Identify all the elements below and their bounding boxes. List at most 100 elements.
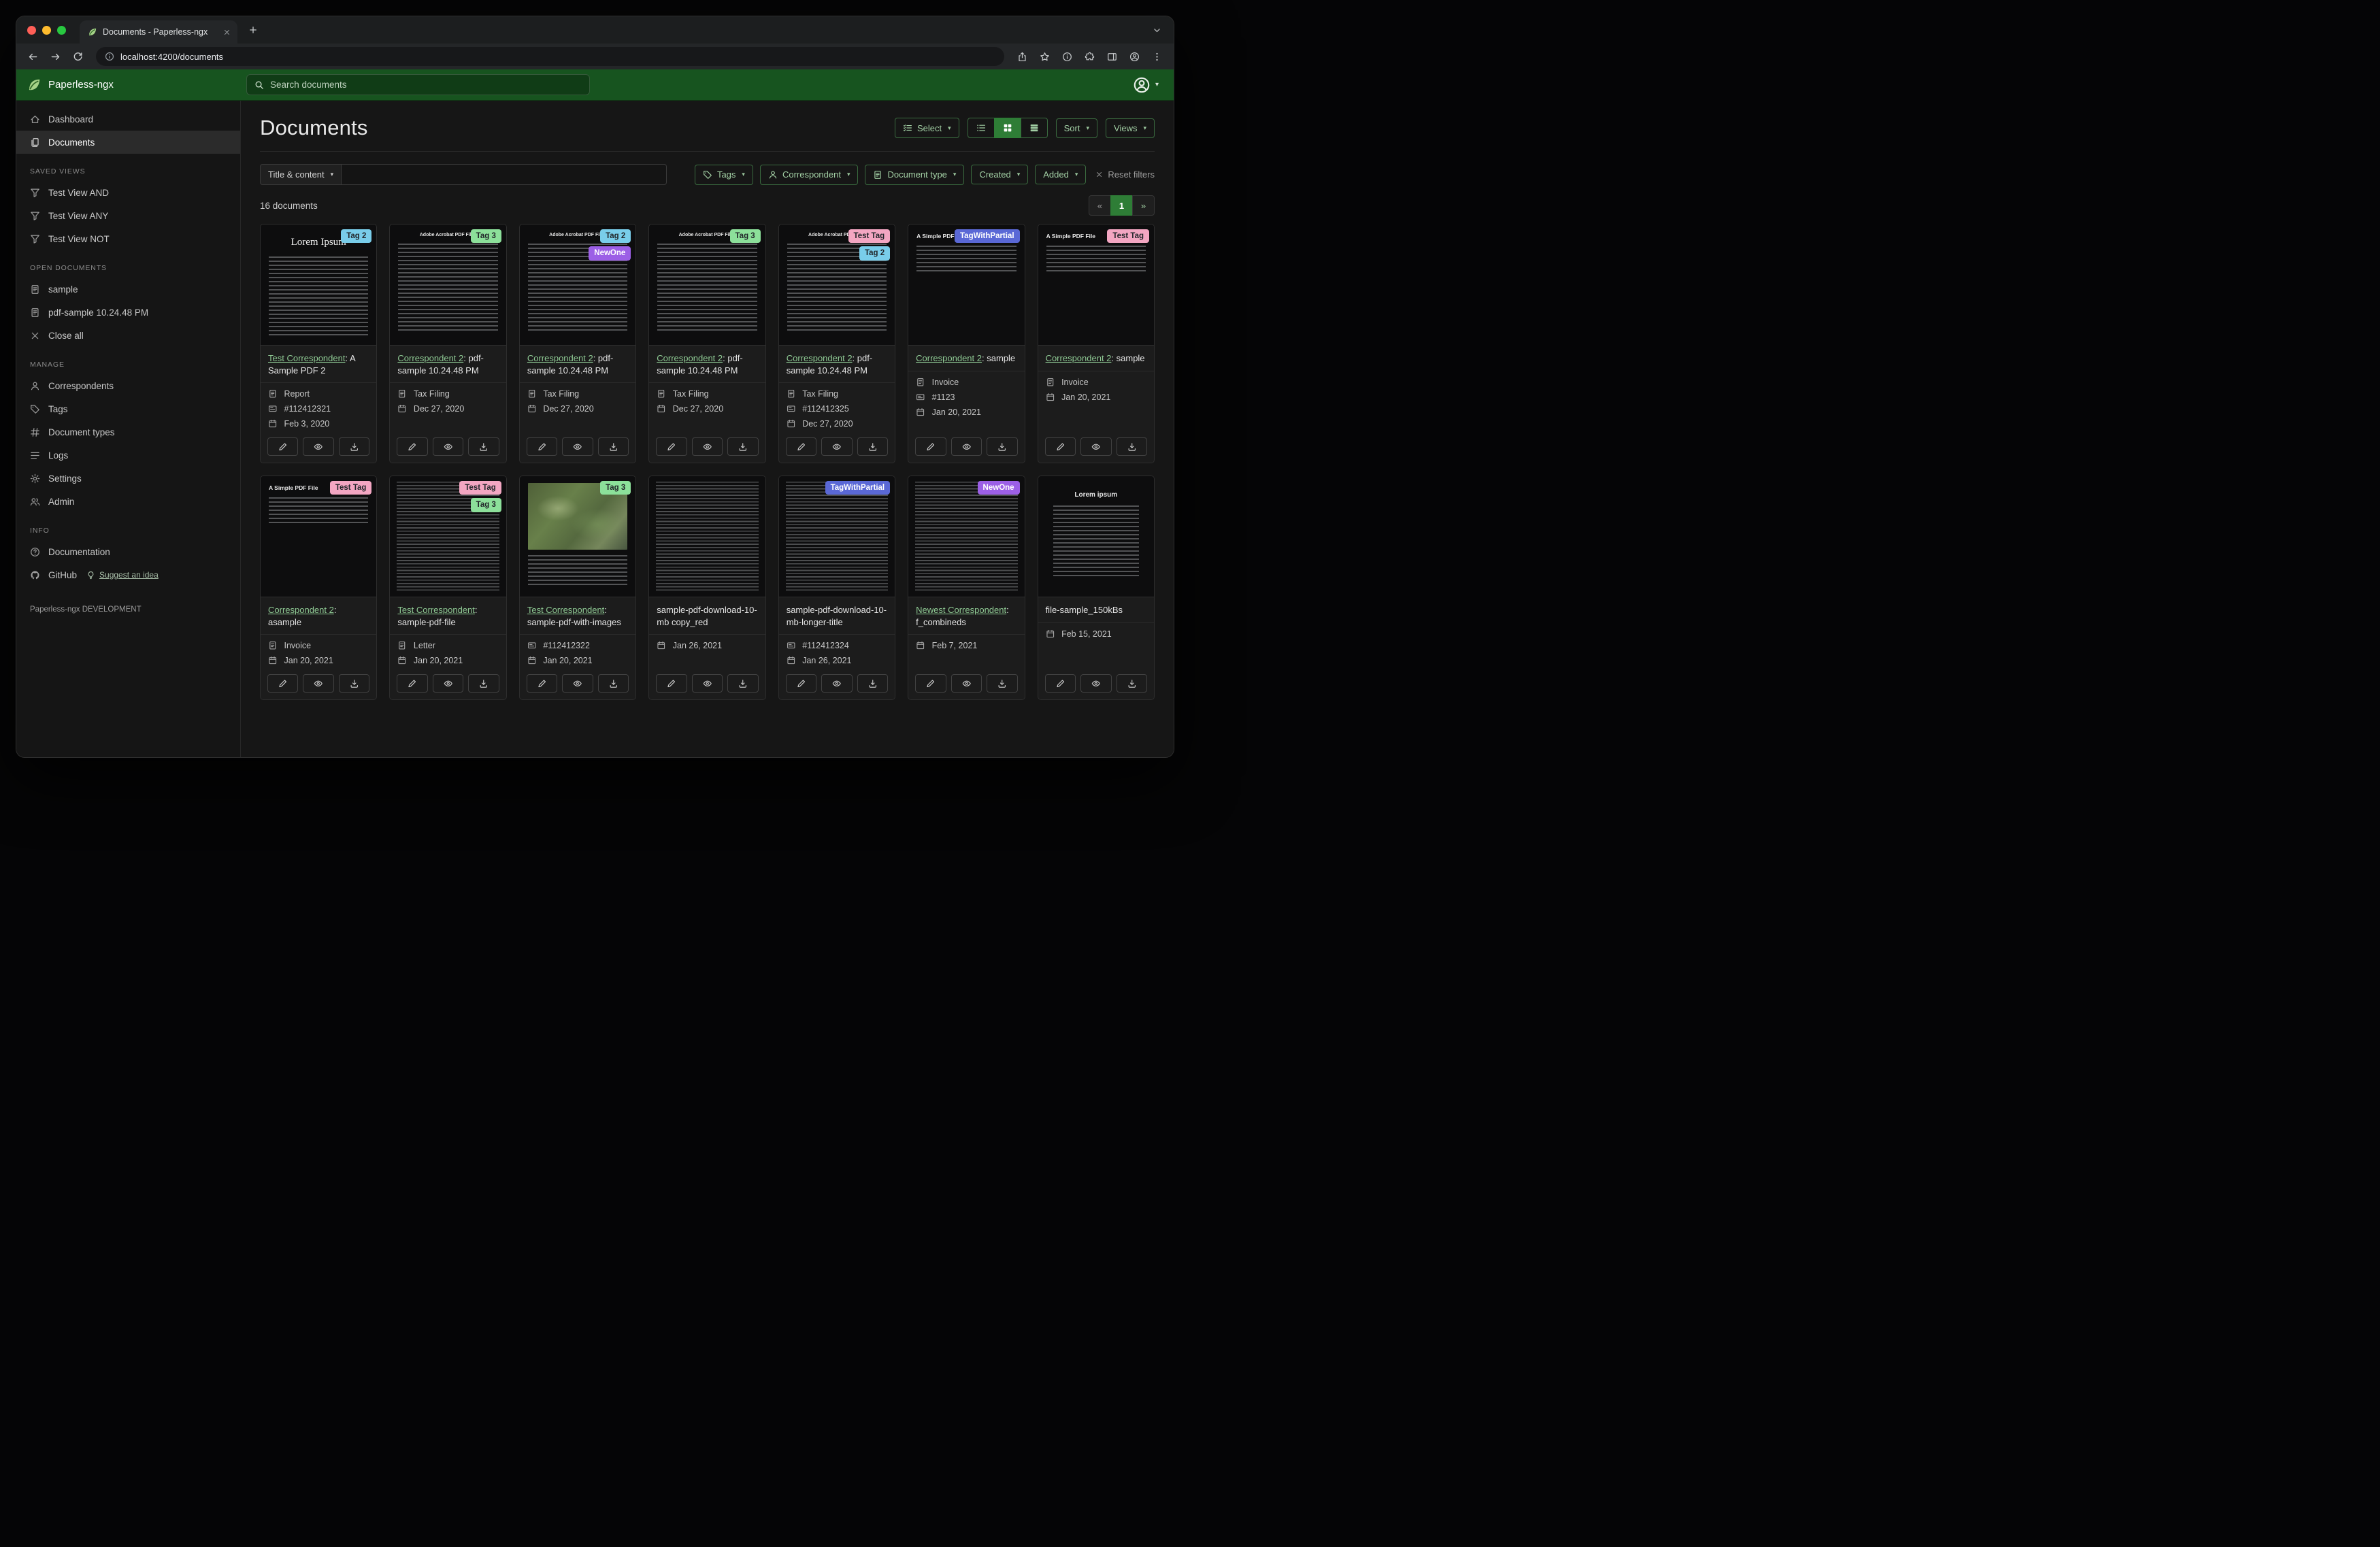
document-title[interactable]: sample-pdf-download-10-mb copy_red <box>649 597 765 634</box>
document-thumbnail[interactable]: Lorem Ipsum Tag 2 <box>261 224 377 346</box>
document-thumbnail[interactable]: A Simple PDF File Test Tag <box>1038 224 1154 346</box>
filter-tags-button[interactable]: Tags ▾ <box>694 164 753 185</box>
download-document-button[interactable] <box>857 674 889 693</box>
open-document-pdf-sample[interactable]: pdf-sample 10.24.48 PM <box>16 301 240 324</box>
tag-badge[interactable]: Tag 2 <box>341 229 372 244</box>
edit-document-button[interactable] <box>785 674 817 693</box>
document-card[interactable]: Lorem Ipsum Tag 2 Test Correspondent: A Sa… <box>260 224 378 464</box>
document-thumbnail[interactable]: Adobe Acrobat PDF Files Tag 2 NewOne <box>519 224 636 346</box>
document-card[interactable]: A Simple PDF File Test Tag Correspondent 2… <box>260 476 378 701</box>
filter-correspondent-button[interactable]: Correspondent ▾ <box>759 164 859 185</box>
preview-document-button[interactable] <box>951 437 982 456</box>
document-thumbnail[interactable]: NewOne <box>908 476 1025 598</box>
correspondent-link[interactable]: Newest Correspondent <box>916 605 1006 615</box>
sidebar-item-logs[interactable]: Logs <box>16 444 240 467</box>
download-document-button[interactable] <box>1116 437 1148 456</box>
side-panel-icon[interactable] <box>1102 47 1122 67</box>
download-document-button[interactable] <box>468 674 499 693</box>
document-card[interactable]: A Simple PDF File TagWithPartial Correspon… <box>908 224 1025 464</box>
correspondent-link[interactable]: Correspondent 2 <box>1046 353 1112 363</box>
preview-document-button[interactable] <box>562 674 593 693</box>
page-info-icon[interactable] <box>1057 47 1077 67</box>
sort-button[interactable]: Sort ▾ <box>1055 118 1098 138</box>
filter-query-input[interactable] <box>342 164 667 185</box>
edit-document-button[interactable] <box>267 437 299 456</box>
correspondent-link[interactable]: Correspondent 2 <box>527 353 593 363</box>
back-button[interactable] <box>23 47 43 67</box>
document-title[interactable]: Test Correspondent: sample-pdf-file <box>390 597 506 634</box>
tag-badge[interactable]: Tag 3 <box>470 229 501 244</box>
browser-menu-icon[interactable] <box>1147 47 1167 67</box>
download-document-button[interactable] <box>727 437 759 456</box>
site-info-icon[interactable] <box>105 52 114 61</box>
preview-document-button[interactable] <box>1080 674 1112 693</box>
sidebar-item-correspondents[interactable]: Correspondents <box>16 374 240 397</box>
tab-close-icon[interactable] <box>223 29 231 36</box>
share-icon[interactable] <box>1012 47 1032 67</box>
edit-document-button[interactable] <box>267 674 299 693</box>
close-window-button[interactable] <box>27 25 36 35</box>
document-title[interactable]: Correspondent 2: pdf-sample 10.24.48 PM <box>779 346 895 382</box>
document-thumbnail[interactable]: Tag 3 <box>519 476 636 598</box>
tag-badge[interactable]: Test Tag <box>459 481 501 495</box>
correspondent-link[interactable]: Test Correspondent <box>527 605 604 615</box>
download-document-button[interactable] <box>727 674 759 693</box>
download-document-button[interactable] <box>857 437 889 456</box>
download-document-button[interactable] <box>1116 674 1148 693</box>
document-card[interactable]: NewOne Newest Correspondent: f_combineds F… <box>908 476 1025 701</box>
correspondent-link[interactable]: Test Correspondent <box>397 605 474 615</box>
preview-document-button[interactable] <box>821 437 853 456</box>
current-page-button[interactable]: 1 <box>1110 195 1133 216</box>
sidebar-item-admin[interactable]: Admin <box>16 490 240 513</box>
document-title[interactable]: Correspondent 2: pdf-sample 10.24.48 PM <box>649 346 765 382</box>
document-thumbnail[interactable]: Test Tag Tag 3 <box>390 476 506 598</box>
download-document-button[interactable] <box>597 437 629 456</box>
tag-badge[interactable]: Tag 3 <box>470 498 501 512</box>
download-document-button[interactable] <box>468 437 499 456</box>
close-all-button[interactable]: Close all <box>16 324 240 347</box>
edit-document-button[interactable] <box>1044 437 1076 456</box>
document-title[interactable]: Test Correspondent: A Sample PDF 2 <box>261 346 376 382</box>
open-document-sample[interactable]: sample <box>16 278 240 301</box>
tag-badge[interactable]: Tag 2 <box>859 246 891 261</box>
tag-badge[interactable]: TagWithPartial <box>955 229 1020 244</box>
edit-document-button[interactable] <box>656 437 687 456</box>
tag-badge[interactable]: Tag 2 <box>600 229 631 244</box>
github-link[interactable]: GitHub <box>30 570 77 580</box>
download-document-button[interactable] <box>597 674 629 693</box>
global-search-input[interactable] <box>270 80 582 90</box>
document-title[interactable]: Correspondent 2: sample <box>908 346 1024 371</box>
prev-page-button[interactable]: « <box>1089 195 1111 216</box>
address-bar[interactable]: localhost:4200/documents <box>96 47 1004 66</box>
new-tab-button[interactable] <box>243 20 263 40</box>
document-card[interactable]: Adobe Acrobat PDF Files Tag 3 Corresponden… <box>648 224 766 464</box>
details-view-button[interactable] <box>1020 118 1048 138</box>
tag-badge[interactable]: Test Tag <box>1107 229 1149 244</box>
preview-document-button[interactable] <box>691 437 723 456</box>
tag-badge[interactable]: NewOne <box>589 246 631 261</box>
preview-document-button[interactable] <box>1080 437 1112 456</box>
app-brand[interactable]: Paperless-ngx <box>27 78 246 92</box>
edit-document-button[interactable] <box>526 437 558 456</box>
document-card[interactable]: Adobe Acrobat PDF Files Tag 3 Corresponden… <box>389 224 507 464</box>
sidebar-item-documentation[interactable]: Documentation <box>16 540 240 563</box>
filter-document-type-button[interactable]: Document type ▾ <box>865 164 965 185</box>
document-title[interactable]: Correspondent 2: pdf-sample 10.24.48 PM <box>390 346 506 382</box>
preview-document-button[interactable] <box>303 437 334 456</box>
filter-created-button[interactable]: Created ▾ <box>971 165 1029 184</box>
download-document-button[interactable] <box>987 674 1018 693</box>
document-title[interactable]: file-sample_150kBs <box>1038 597 1154 622</box>
preview-document-button[interactable] <box>951 674 982 693</box>
tag-badge[interactable]: Test Tag <box>329 481 372 495</box>
document-card[interactable]: sample-pdf-download-10-mb copy_red Jan 26… <box>648 476 766 701</box>
preview-document-button[interactable] <box>303 674 334 693</box>
bookmark-star-icon[interactable] <box>1035 47 1055 67</box>
document-title[interactable]: Correspondent 2: sample <box>1038 346 1154 371</box>
edit-document-button[interactable] <box>397 437 428 456</box>
tag-badge[interactable]: Test Tag <box>848 229 891 244</box>
document-card[interactable]: TagWithPartial sample-pdf-download-10-mb-… <box>778 476 896 701</box>
forward-button[interactable] <box>46 47 65 67</box>
minimize-window-button[interactable] <box>42 25 51 35</box>
preview-document-button[interactable] <box>432 674 464 693</box>
tag-badge[interactable]: Tag 3 <box>600 481 631 495</box>
